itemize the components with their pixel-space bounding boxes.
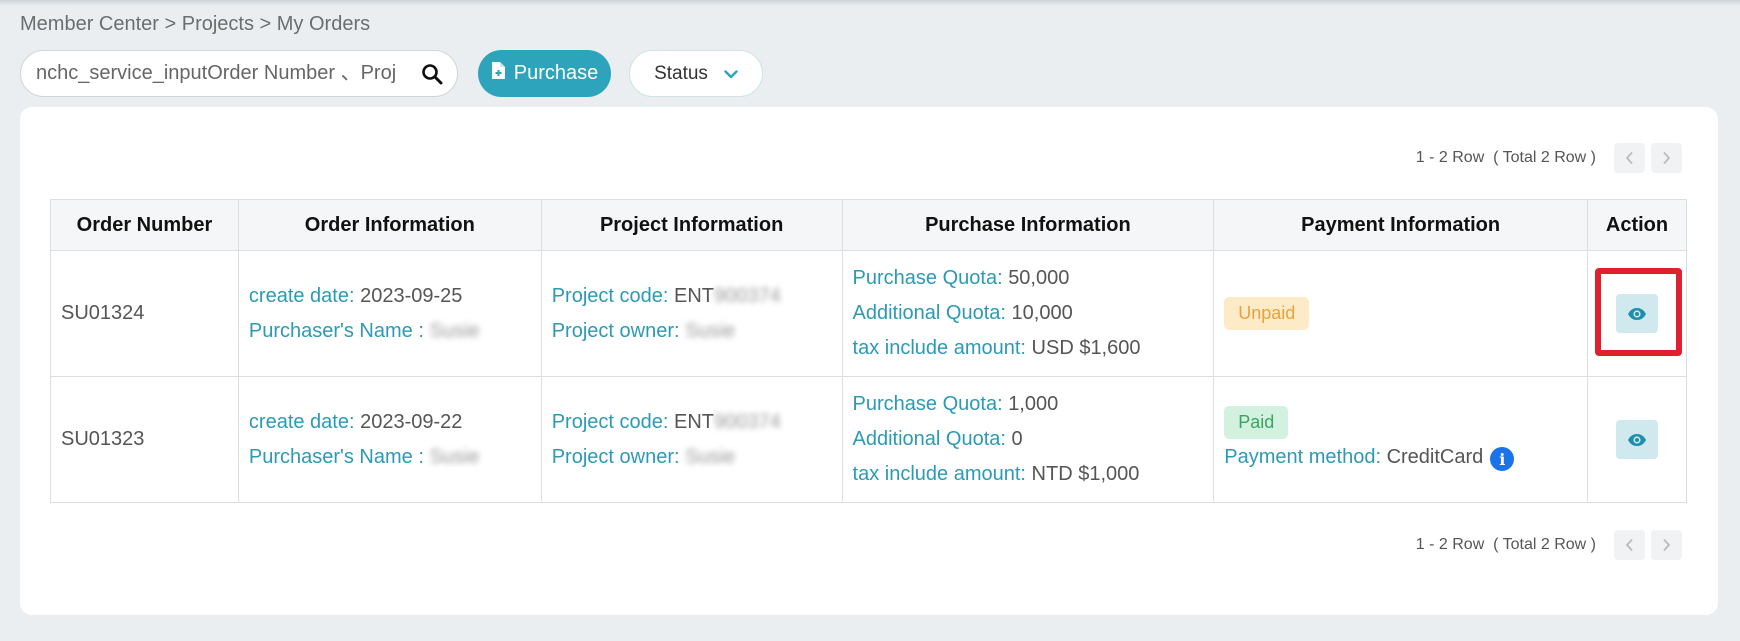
project-information: Project code: ENT900374 Project owner: S… <box>540 376 843 503</box>
project-code-prefix: ENT <box>674 284 715 307</box>
status-badge: Unpaid <box>1224 297 1310 330</box>
purchase-information: Purchase Quota: 50,000 Additional Quota:… <box>841 250 1215 377</box>
project-code-prefix: ENT <box>674 410 715 433</box>
search-icon[interactable] <box>419 61 445 87</box>
table-header-row: Order Number Order Information Project I… <box>50 199 1687 251</box>
chevron-right-icon <box>1663 538 1671 552</box>
purchase-information: Purchase Quota: 1,000 Additional Quota: … <box>841 376 1215 503</box>
create-date-label: create date: <box>248 410 361 433</box>
purchase-quota-value: 50,000 <box>1008 267 1070 289</box>
pagination-total: ( Total 2 Row ) <box>1493 536 1596 553</box>
additional-quota-label: Additional Quota: <box>852 428 1012 450</box>
tax-amount-value: NTD $1,000 <box>1031 463 1140 485</box>
status-label: Status <box>654 62 708 84</box>
breadcrumb[interactable]: Member Center > Projects > My Orders <box>20 13 370 36</box>
prev-page-button[interactable] <box>1614 530 1645 560</box>
prev-page-button[interactable] <box>1614 143 1645 173</box>
project-owner-label: Project owner: <box>551 319 686 342</box>
project-code-rest: 900374 <box>714 410 781 433</box>
chevron-down-icon <box>724 63 738 85</box>
status-dropdown[interactable]: Status <box>629 50 763 97</box>
order-information: create date: 2023-09-25 Purchaser's Name… <box>237 250 542 377</box>
purchase-quota-label: Purchase Quota: <box>852 267 1009 289</box>
additional-quota-value: 10,000 <box>1011 302 1073 324</box>
create-date-value: 2023-09-25 <box>360 284 463 307</box>
pagination-bottom: 1 - 2 Row ( Total 2 Row ) <box>1416 530 1682 560</box>
tax-amount-value: USD $1,600 <box>1031 337 1141 359</box>
purchaser-value: Susie <box>429 319 480 342</box>
orders-card: 1 - 2 Row ( Total 2 Row ) Order Number O… <box>20 107 1718 615</box>
chevron-left-icon <box>1625 538 1633 552</box>
info-icon[interactable]: i <box>1490 447 1515 471</box>
pagination-total: ( Total 2 Row ) <box>1493 149 1596 166</box>
table-row: SU01323 create date: 2023-09-22 Purchase… <box>50 376 1687 503</box>
chevron-right-icon <box>1663 151 1671 165</box>
table-row: SU01324 create date: 2023-09-25 Purchase… <box>50 250 1687 377</box>
highlight-box <box>1595 268 1682 356</box>
additional-quota-value: 0 <box>1011 428 1023 450</box>
purchase-quota-value: 1,000 <box>1008 393 1059 415</box>
purchase-label: Purchase <box>513 62 599 84</box>
project-code-rest: 900374 <box>714 284 781 307</box>
top-shadow <box>0 0 1740 6</box>
purchase-button[interactable]: Purchase <box>478 50 611 97</box>
payment-information: Paid Payment method: CreditCard i <box>1213 376 1588 503</box>
purchase-quota-label: Purchase Quota: <box>852 393 1009 415</box>
tax-amount-label: tax include amount: <box>852 463 1032 485</box>
order-number: SU01324 <box>50 250 239 377</box>
project-information: Project code: ENT900374 Project owner: S… <box>540 250 843 377</box>
next-page-button[interactable] <box>1651 143 1682 173</box>
tax-amount-label: tax include amount: <box>852 337 1032 359</box>
eye-icon <box>1628 433 1646 446</box>
orders-table: Order Number Order Information Project I… <box>50 199 1687 503</box>
action-cell <box>1587 376 1687 503</box>
project-owner-label: Project owner: <box>551 445 686 468</box>
payment-method-label: Payment method: <box>1224 445 1387 468</box>
header-payment-information: Payment Information <box>1213 199 1588 251</box>
purchaser-label: Purchaser's Name : <box>248 319 430 342</box>
payment-information: Unpaid <box>1213 250 1588 377</box>
additional-quota-label: Additional Quota: <box>852 302 1012 324</box>
document-add-icon <box>491 62 505 85</box>
header-purchase-information: Purchase Information <box>841 199 1215 251</box>
create-date-value: 2023-09-22 <box>360 410 463 433</box>
search-input[interactable] <box>36 62 396 85</box>
status-badge: Paid <box>1224 405 1289 439</box>
view-order-button[interactable] <box>1616 420 1658 459</box>
header-project-information: Project Information <box>540 199 843 251</box>
header-action: Action <box>1587 199 1687 251</box>
payment-method-value: CreditCard <box>1386 445 1484 468</box>
purchaser-value: Susie <box>429 445 480 468</box>
pagination-top: 1 - 2 Row ( Total 2 Row ) <box>1416 143 1682 173</box>
project-owner-value: Susie <box>685 319 736 342</box>
pagination-range: 1 - 2 Row <box>1415 536 1485 553</box>
next-page-button[interactable] <box>1651 530 1682 560</box>
pagination-range: 1 - 2 Row <box>1415 149 1485 166</box>
order-number: SU01323 <box>50 376 239 503</box>
header-order-information: Order Information <box>237 199 542 251</box>
header-order-number: Order Number <box>50 199 239 251</box>
order-information: create date: 2023-09-22 Purchaser's Name… <box>237 376 542 503</box>
purchaser-label: Purchaser's Name : <box>248 445 430 468</box>
search-box[interactable] <box>20 50 458 97</box>
chevron-left-icon <box>1625 151 1633 165</box>
project-owner-value: Susie <box>685 445 736 468</box>
project-code-label: Project code: <box>551 284 675 307</box>
project-code-label: Project code: <box>551 410 675 433</box>
create-date-label: create date: <box>248 284 361 307</box>
